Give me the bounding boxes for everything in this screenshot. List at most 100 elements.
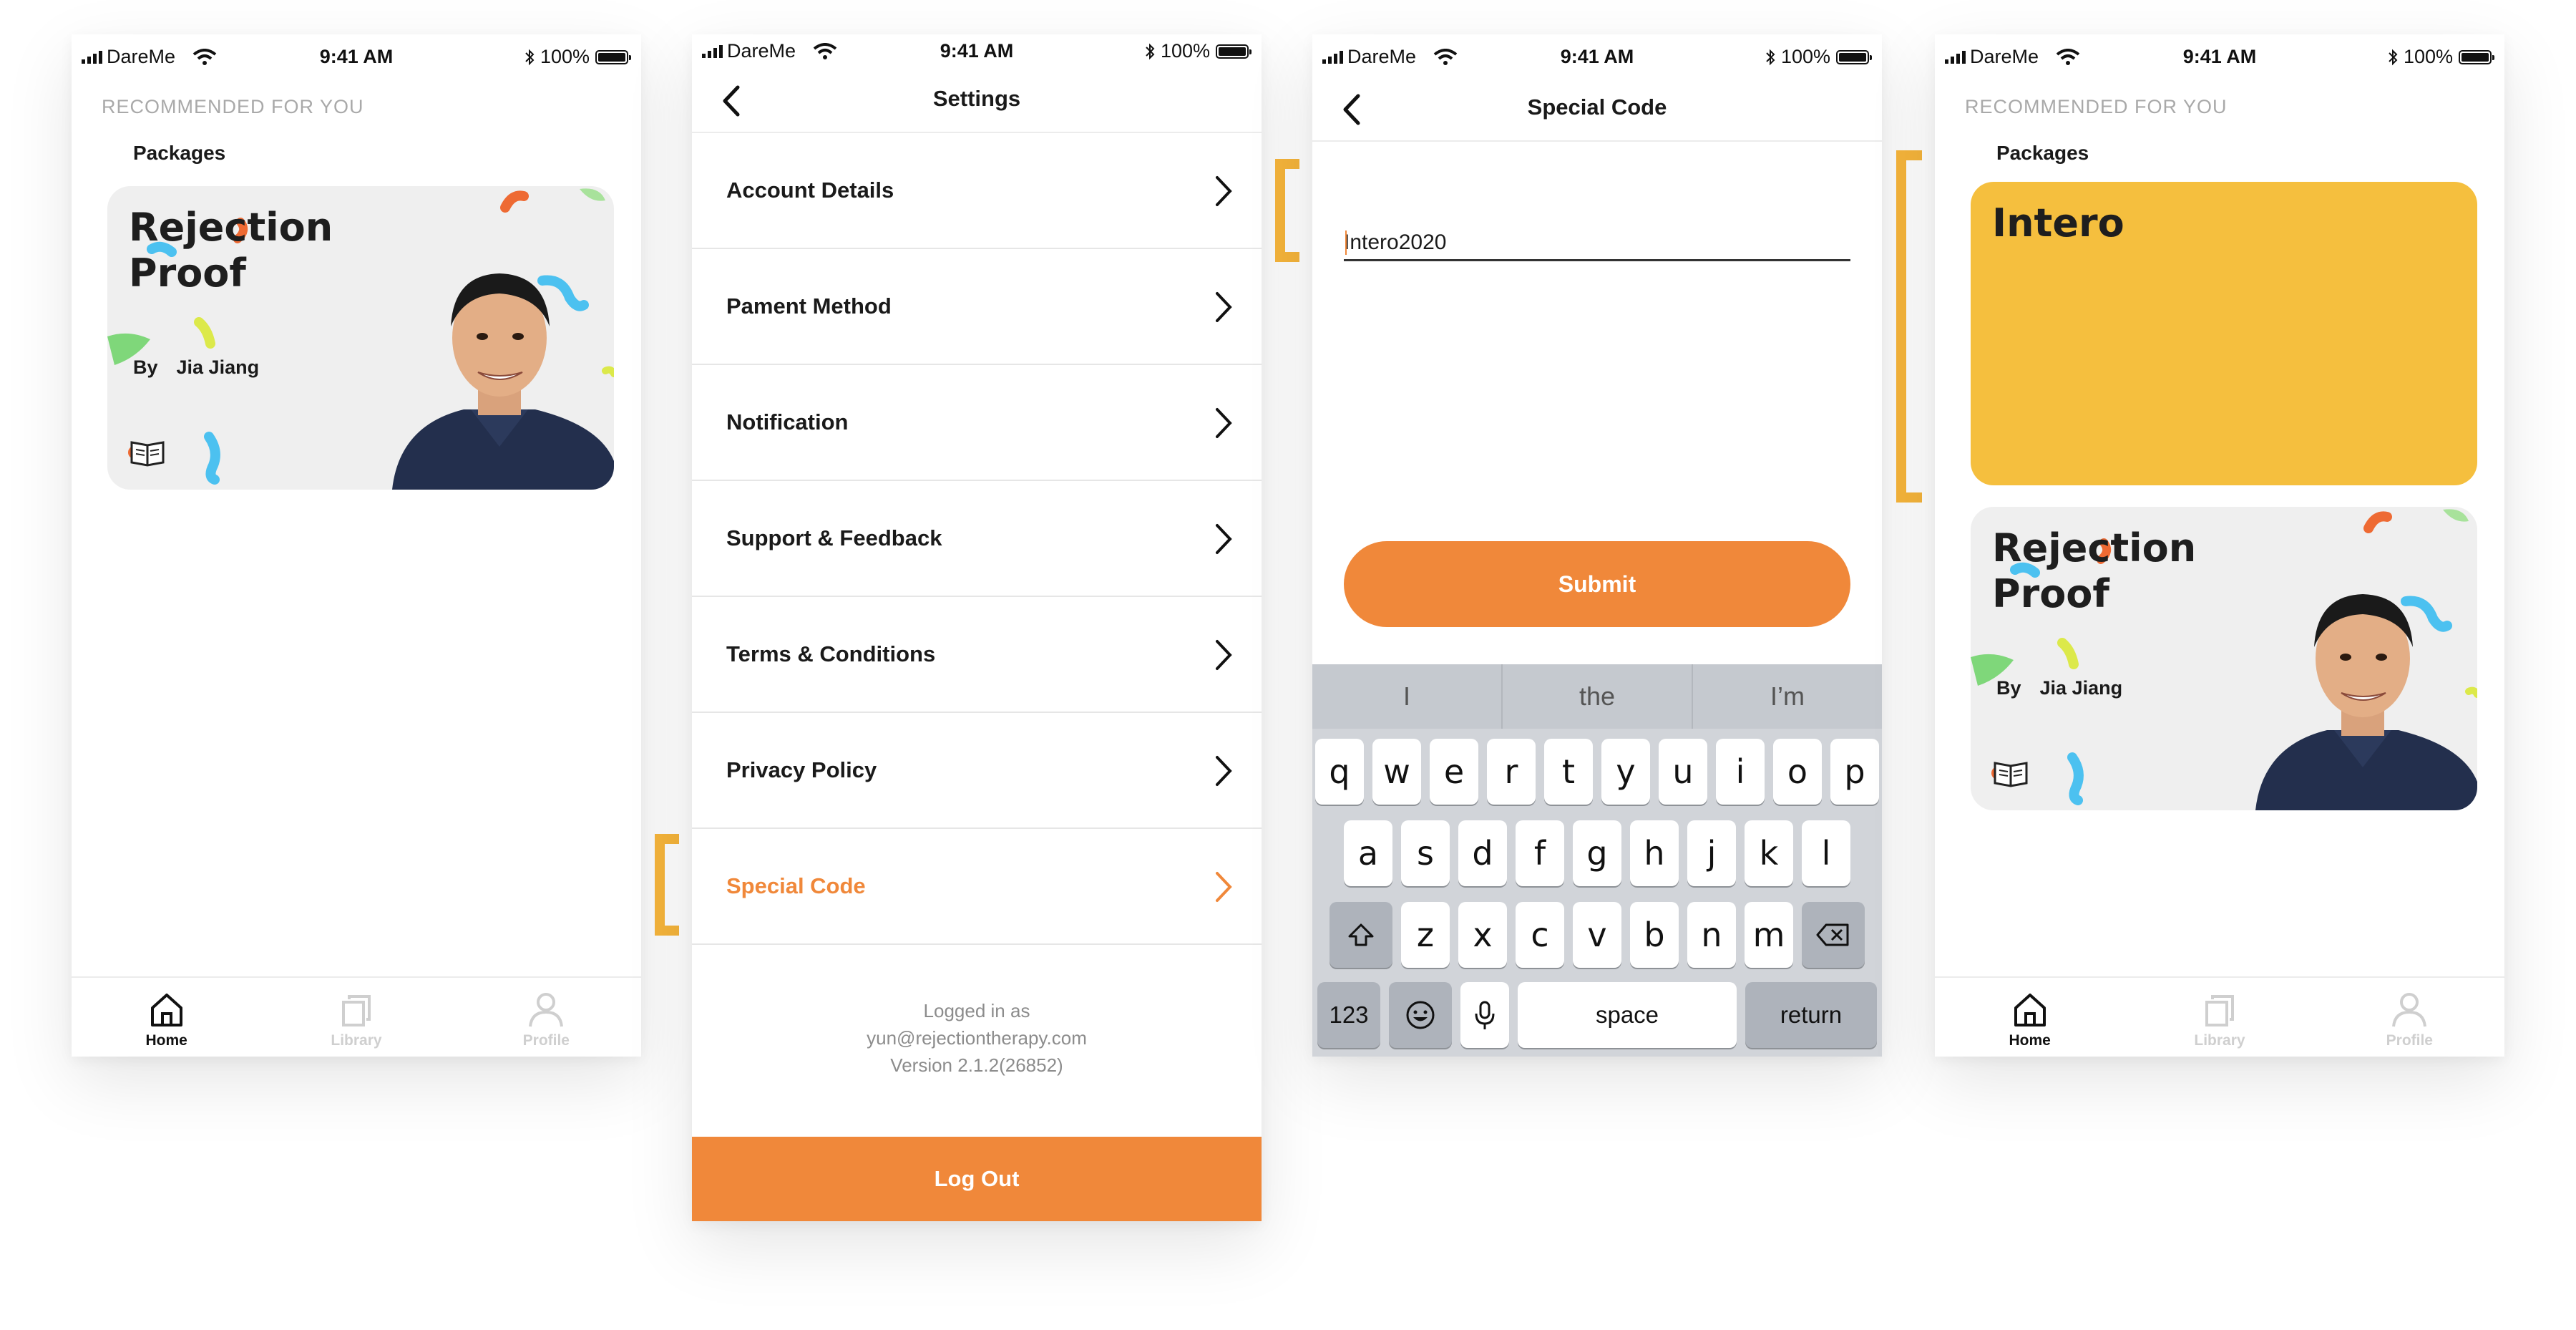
key-s[interactable]: s <box>1401 820 1450 886</box>
chevron-right-icon <box>1216 872 1232 902</box>
key-c[interactable]: c <box>1516 902 1564 968</box>
numbers-key[interactable]: 123 <box>1317 982 1380 1048</box>
return-key[interactable]: return <box>1745 982 1877 1048</box>
key-b[interactable]: b <box>1630 902 1679 968</box>
tab-bar: Home Library Profile <box>72 976 641 1057</box>
key-a[interactable]: a <box>1344 820 1392 886</box>
logout-button[interactable]: Log Out <box>692 1137 1262 1221</box>
highlight-bracket <box>1896 150 1922 503</box>
package-author: By Jia Jiang <box>133 356 260 378</box>
settings-menu: Account Details Pament Method Notificati… <box>692 133 1262 945</box>
key-z[interactable]: z <box>1401 902 1450 968</box>
key-f[interactable]: f <box>1516 820 1564 886</box>
tab-profile[interactable]: Profile <box>452 978 641 1057</box>
package-title: Rejection Proof <box>129 205 333 296</box>
tab-library[interactable]: Library <box>2124 978 2314 1057</box>
nav-bar: Special Code <box>1312 79 1882 142</box>
chevron-right-icon <box>1216 524 1232 554</box>
special-code-input[interactable]: Intero2020 <box>1344 219 1850 261</box>
key-i[interactable]: i <box>1716 739 1765 805</box>
settings-item-special-code[interactable]: Special Code <box>692 829 1262 945</box>
key-h[interactable]: h <box>1630 820 1679 886</box>
bluetooth-icon <box>525 49 535 65</box>
battery-percent: 100% <box>540 46 590 67</box>
settings-screen: DareMe 9:41 AM 100% Settings Account Det… <box>692 34 1262 1221</box>
emoji-key[interactable] <box>1389 982 1452 1048</box>
author-photo <box>392 273 614 490</box>
special-code-screen: DareMe 9:41 AM 100% Special Code Intero2… <box>1312 34 1882 1057</box>
tab-bar: Home Library Profile <box>1935 976 2504 1057</box>
status-bar: DareMe 9:41 AM 100% <box>1312 34 1882 79</box>
bluetooth-icon <box>2389 49 2398 65</box>
key-n[interactable]: n <box>1687 902 1736 968</box>
profile-icon <box>2392 993 2427 1027</box>
key-l[interactable]: l <box>1802 820 1850 886</box>
package-title: Intero <box>1992 200 2124 246</box>
suggestion-item[interactable]: I’m <box>1693 664 1882 729</box>
keyboard-row-2: a s d f g h j k l <box>1312 820 1882 886</box>
keyboard: I the I’m q w e r t y u i o p a s d f g … <box>1312 664 1882 1057</box>
package-author: By Jia Jiang <box>1996 677 2123 699</box>
backspace-key[interactable] <box>1802 902 1865 968</box>
page-title: Settings <box>932 86 1021 111</box>
shift-key[interactable] <box>1330 902 1392 968</box>
package-card-rejection-proof[interactable]: Rejection Proof By Jia Jiang <box>1971 507 2477 810</box>
settings-item-account-details[interactable]: Account Details <box>692 133 1262 249</box>
library-icon <box>341 995 371 1026</box>
package-card-intero[interactable]: Intero <box>1971 182 2477 485</box>
tab-home[interactable]: Home <box>72 978 261 1057</box>
key-u[interactable]: u <box>1659 739 1707 805</box>
chevron-right-icon <box>1216 292 1232 322</box>
suggestion-item[interactable]: the <box>1503 664 1693 729</box>
home-icon <box>2014 994 2046 1026</box>
key-j[interactable]: j <box>1687 820 1736 886</box>
tab-library[interactable]: Library <box>261 978 451 1057</box>
battery-icon <box>2459 49 2494 64</box>
key-t[interactable]: t <box>1544 739 1593 805</box>
key-o[interactable]: o <box>1773 739 1822 805</box>
status-bar: DareMe 9:41 AM 100% <box>692 34 1262 73</box>
profile-icon <box>529 993 564 1027</box>
dictation-key[interactable] <box>1460 982 1509 1048</box>
key-p[interactable]: p <box>1830 739 1879 805</box>
login-info: Logged in as yun@rejectiontherapy.com Ve… <box>867 1000 1087 1076</box>
space-key[interactable]: space <box>1518 982 1737 1048</box>
battery-icon <box>1836 49 1872 64</box>
key-v[interactable]: v <box>1573 902 1621 968</box>
shift-icon <box>1348 923 1374 946</box>
key-w[interactable]: w <box>1372 739 1421 805</box>
keyboard-suggestions: I the I’m <box>1312 664 1882 729</box>
settings-item-terms-conditions[interactable]: Terms & Conditions <box>692 597 1262 713</box>
settings-item-privacy-policy[interactable]: Privacy Policy <box>692 713 1262 829</box>
settings-item-payment-method[interactable]: Pament Method <box>692 249 1262 365</box>
settings-item-notification[interactable]: Notification <box>692 365 1262 481</box>
key-y[interactable]: y <box>1601 739 1650 805</box>
bluetooth-icon <box>1766 49 1775 65</box>
nav-bar: Settings <box>692 70 1262 133</box>
battery-icon <box>1216 44 1252 59</box>
section-label: RECOMMENDED FOR YOU <box>102 96 364 117</box>
tab-home[interactable]: Home <box>1935 978 2124 1057</box>
status-bar: DareMe 9:41 AM 100% <box>72 34 641 79</box>
submit-button[interactable]: Submit <box>1344 541 1850 627</box>
package-card-rejection-proof[interactable]: Rejection Proof By Jia Jiang <box>107 186 614 490</box>
key-k[interactable]: k <box>1745 820 1793 886</box>
chevron-right-icon <box>1216 176 1232 206</box>
key-q[interactable]: q <box>1315 739 1364 805</box>
library-icon <box>2205 995 2234 1026</box>
key-x[interactable]: x <box>1458 902 1507 968</box>
key-m[interactable]: m <box>1745 902 1793 968</box>
status-bar: DareMe 9:41 AM 100% <box>1935 34 2504 79</box>
backspace-icon <box>1816 923 1849 946</box>
author-photo <box>2255 594 2477 810</box>
chevron-right-icon <box>1216 640 1232 670</box>
key-g[interactable]: g <box>1573 820 1621 886</box>
key-d[interactable]: d <box>1458 820 1507 886</box>
suggestion-item[interactable]: I <box>1312 664 1503 729</box>
key-r[interactable]: r <box>1487 739 1536 805</box>
home-icon <box>150 994 182 1026</box>
settings-item-support-feedback[interactable]: Support & Feedback <box>692 481 1262 597</box>
chevron-right-icon <box>1216 408 1232 438</box>
key-e[interactable]: e <box>1430 739 1478 805</box>
tab-profile[interactable]: Profile <box>2315 978 2504 1057</box>
